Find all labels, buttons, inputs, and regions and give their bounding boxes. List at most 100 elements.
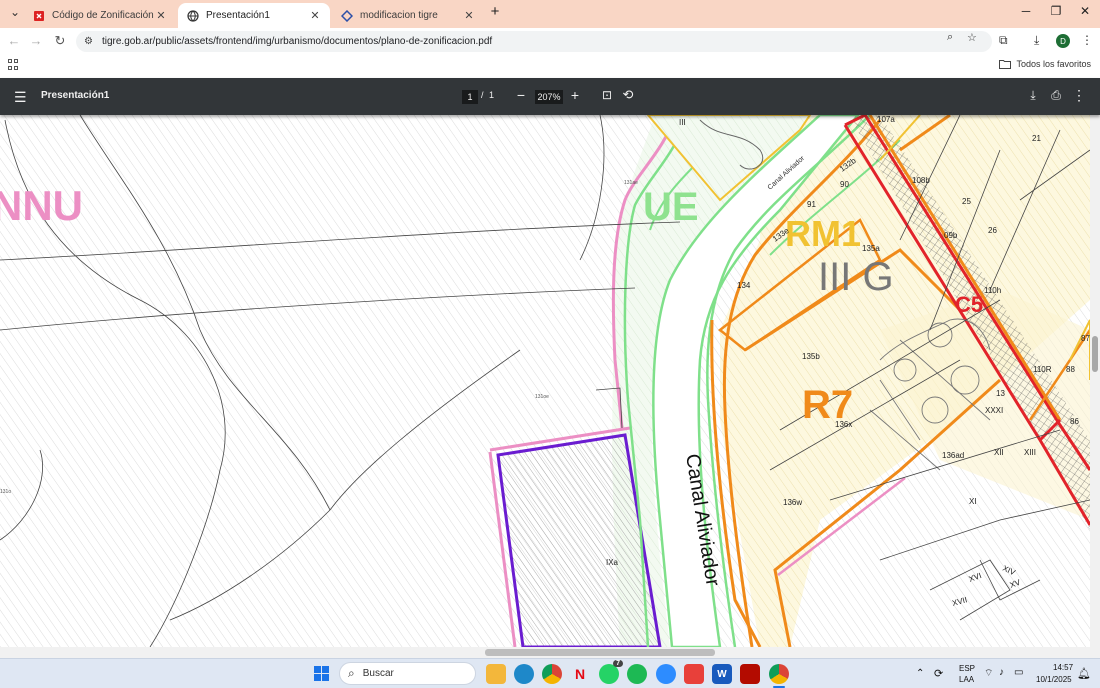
parcel-label: 135b: [802, 352, 820, 361]
taskbar-search-box[interactable]: ⌕ Buscar: [339, 662, 476, 685]
parcel-label: 110h: [984, 286, 1001, 295]
tray-chevron-icon[interactable]: ⌃: [916, 668, 924, 679]
parcel-label: XI: [969, 497, 977, 506]
tab-label: Presentación1: [206, 10, 270, 21]
tab-close-icon[interactable]: ✕: [462, 9, 476, 22]
browser-menu-icon[interactable]: ⋮: [1081, 33, 1093, 47]
parcel-label: 110R: [1033, 365, 1052, 374]
word-icon[interactable]: W: [712, 664, 732, 684]
bookmarks-bar: Todos los favoritos: [0, 54, 1100, 78]
vertical-scroll-thumb[interactable]: [1092, 336, 1098, 372]
forward-button[interactable]: →: [28, 33, 44, 48]
pdf-viewer[interactable]: NNU UE RM1 III G C5 R7 Canal Aliviador C…: [0, 115, 1090, 647]
parcel-label: 88: [1066, 365, 1075, 374]
maximize-button[interactable]: ❐: [1041, 4, 1071, 18]
tray-sync-icon[interactable]: ⟳: [934, 667, 943, 680]
battery-icon[interactable]: ▭: [1014, 667, 1023, 678]
back-button[interactable]: ←: [6, 33, 22, 48]
zone-label-iiig: III G: [818, 255, 894, 299]
print-icon[interactable]: ⎙: [1048, 88, 1064, 103]
new-tab-button[interactable]: +: [480, 3, 510, 20]
pdf-toolbar: ☰ Presentación1 1 / 1 − 207% + ⊡ ⟲ ⤓ ⎙ ⋮: [0, 78, 1100, 115]
search-icon: ⌕: [348, 666, 355, 680]
total-pages: 1: [489, 90, 495, 100]
parcel-label: 13: [996, 389, 1005, 398]
file-explorer-icon[interactable]: [486, 664, 506, 684]
zoom-input[interactable]: 207%: [535, 90, 563, 104]
parcel-label: 91: [807, 200, 816, 209]
parcel-label: III: [679, 118, 686, 127]
edge-icon[interactable]: [514, 664, 534, 684]
acrobat-icon[interactable]: [740, 664, 760, 684]
anydesk-icon[interactable]: [684, 664, 704, 684]
hamburger-menu-icon[interactable]: ☰: [14, 89, 27, 106]
all-bookmarks-folder[interactable]: Todos los favoritos: [999, 59, 1091, 69]
chrome-active-icon[interactable]: [769, 664, 789, 684]
download-icon[interactable]: ⤓: [1034, 33, 1039, 48]
whatsapp-badge: 7: [613, 660, 623, 667]
parcel-label: 136ad: [942, 451, 964, 460]
parcel-label: IXa: [606, 558, 619, 567]
parcel-label: XIII: [1024, 448, 1036, 457]
tab-label: Código de Zonificación - Tigre: [52, 10, 154, 21]
parcel-label: 131o: [0, 489, 11, 495]
tab-modificacion-tigre[interactable]: modificacion tigre ✕: [332, 3, 484, 28]
apps-grid-icon[interactable]: [8, 59, 19, 70]
browser-toolbar: ← → ↻ ⚙ tigre.gob.ar/public/assets/front…: [0, 28, 1100, 54]
parcel-label: 25: [962, 197, 971, 206]
parcel-label: 86: [1070, 417, 1079, 426]
volume-icon[interactable]: ♪: [999, 667, 1004, 678]
zoom-icon[interactable]: [656, 664, 676, 684]
horizontal-scroll-thumb[interactable]: [485, 649, 715, 656]
folder-icon: [999, 60, 1012, 69]
tab-close-icon[interactable]: ✕: [308, 9, 322, 22]
clock-time[interactable]: 14:57: [1053, 663, 1073, 672]
chrome-icon[interactable]: [542, 664, 562, 684]
wifi-icon[interactable]: ⌔: [984, 667, 993, 680]
parcel-label: 136x: [835, 420, 852, 429]
whatsapp-icon[interactable]: 7: [599, 660, 623, 684]
windows-start-icon[interactable]: [314, 666, 329, 681]
zone-label-annu: NNU: [0, 182, 83, 229]
language-code[interactable]: ESP: [959, 664, 975, 673]
bookmark-star-icon[interactable]: ☆: [967, 31, 977, 44]
parcel-label: XXXI: [985, 406, 1003, 415]
zoom-out-button[interactable]: −: [513, 87, 529, 103]
download-pdf-icon[interactable]: ⤓: [1025, 88, 1041, 103]
parcel-label: 131oe: [535, 394, 549, 400]
reload-button[interactable]: ↻: [52, 33, 68, 49]
parcel-label: 131ae: [624, 180, 638, 186]
page-number-input[interactable]: 1: [462, 90, 478, 104]
site-info-icon[interactable]: ⚙: [84, 36, 93, 47]
parcel-label: 09b: [944, 231, 958, 240]
horizontal-scrollbar[interactable]: [0, 647, 1100, 658]
close-window-button[interactable]: ✕: [1070, 4, 1100, 18]
netflix-icon[interactable]: N: [570, 664, 590, 684]
pdf-more-icon[interactable]: ⋮: [1071, 87, 1087, 104]
parcel-label: 90: [840, 180, 849, 189]
parcel-label: 21: [1032, 134, 1041, 143]
rotate-icon[interactable]: ⟲: [620, 87, 636, 103]
spotify-icon[interactable]: [627, 664, 647, 684]
parcel-label: 107a: [877, 115, 895, 124]
search-placeholder: Buscar: [362, 668, 394, 679]
tab-label: modificacion tigre: [360, 10, 438, 21]
zoom-icon[interactable]: ⌕: [947, 31, 953, 44]
tab-codigo-zonificacion[interactable]: Código de Zonificación - Tigre ✕: [24, 3, 176, 28]
address-bar[interactable]: ⚙ tigre.gob.ar/public/assets/frontend/im…: [76, 31, 992, 52]
notification-bell-icon[interactable]: 🔔︎: [1077, 667, 1091, 680]
profile-avatar[interactable]: D: [1056, 34, 1070, 48]
clock-date[interactable]: 10/1/2025: [1036, 675, 1072, 684]
vertical-scrollbar[interactable]: [1090, 115, 1100, 647]
globe-favicon-icon: [186, 9, 199, 22]
shield-favicon-icon: [32, 9, 45, 22]
zoom-in-button[interactable]: +: [567, 87, 583, 103]
minimize-button[interactable]: ─: [1011, 4, 1041, 18]
tab-presentacion1[interactable]: Presentación1 ✕: [178, 3, 330, 28]
tab-close-icon[interactable]: ✕: [154, 9, 168, 22]
parcel-label: XII: [994, 448, 1004, 457]
extensions-icon[interactable]: ⧉: [999, 33, 1008, 48]
fit-page-icon[interactable]: ⊡: [599, 88, 615, 102]
zone-label-c5: C5: [955, 292, 983, 317]
parcel-label: 108b: [912, 176, 930, 185]
